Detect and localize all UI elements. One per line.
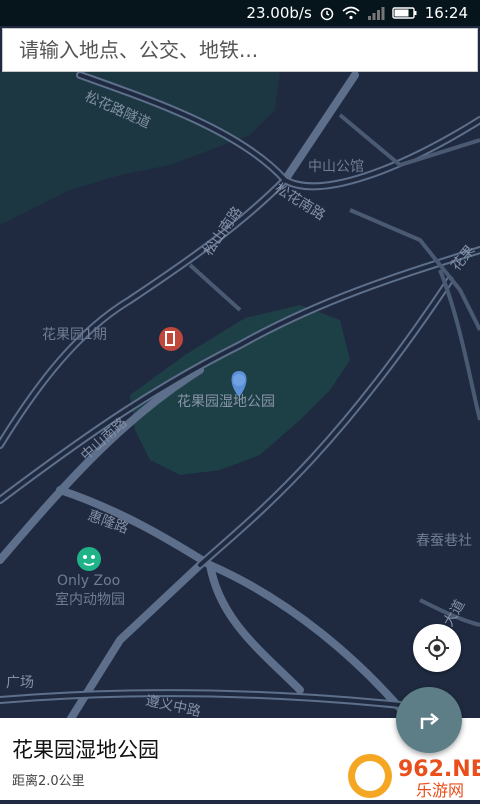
- label-only-zoo: Only Zoo: [57, 573, 121, 589]
- label-huaguoyuan-phase1: 花果园1期: [42, 327, 107, 343]
- battery-icon: [392, 6, 418, 20]
- label-square: 广场: [6, 675, 34, 691]
- status-bar: 23.00b/s 16:24: [0, 0, 480, 26]
- signal-icon: [367, 6, 385, 20]
- label-wetland-park: 花果园湿地公园: [177, 394, 275, 410]
- watermark-sub: 乐游网: [416, 781, 464, 800]
- watermark-main: 962.NET: [398, 757, 480, 782]
- alarm-icon: [319, 5, 335, 21]
- label-chuncan-lane: 春蚕巷社: [416, 533, 472, 549]
- zoo-icon[interactable]: [77, 547, 101, 571]
- route-button[interactable]: [396, 687, 462, 753]
- place-name: 花果园湿地公园: [12, 738, 159, 762]
- watermark-logo: 962.NET 乐游网: [340, 746, 480, 800]
- label-indoor-zoo: 室内动物园: [55, 592, 125, 608]
- place-distance: 距离2.0公里: [12, 774, 85, 789]
- search-input[interactable]: [17, 37, 477, 63]
- wifi-icon: [342, 6, 360, 20]
- search-bar[interactable]: [2, 28, 478, 72]
- crosshair-icon: [425, 636, 449, 660]
- map-view[interactable]: 松花路隧道 中山公馆 松花南路 松山南路 花果园1期 花果园湿地公园 中山南路 …: [0, 0, 480, 800]
- gas-station-icon[interactable]: [159, 327, 183, 351]
- turn-arrow-icon: [420, 713, 439, 729]
- network-speed: 23.00b/s: [246, 4, 312, 22]
- clock-time: 16:24: [424, 4, 468, 22]
- locate-me-button[interactable]: [413, 624, 461, 672]
- label-zhongshan-hall: 中山公馆: [308, 159, 364, 175]
